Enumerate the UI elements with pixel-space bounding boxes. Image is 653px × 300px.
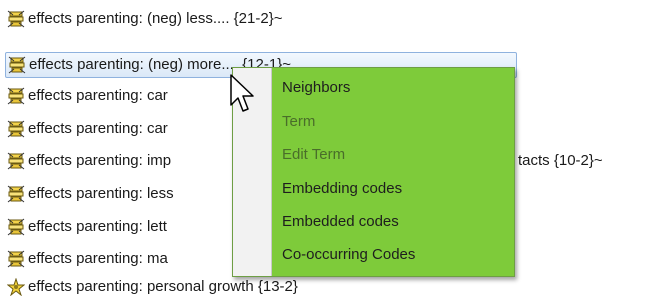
code-family-icon bbox=[7, 120, 25, 138]
code-list-item[interactable]: effects parenting: car bbox=[7, 116, 168, 142]
code-family-icon bbox=[7, 87, 25, 105]
code-label-suffix: tacts {10-2}~ bbox=[518, 152, 603, 169]
code-label: effects parenting: imp bbox=[28, 152, 172, 169]
menu-item-term[interactable]: Term bbox=[282, 110, 315, 134]
code-label: effects parenting: (neg) less.... {21-2}… bbox=[28, 10, 283, 27]
code-list-item[interactable]: effects parenting: personal growth {13-2… bbox=[7, 274, 298, 300]
code-label: effects parenting: lett bbox=[28, 218, 167, 235]
context-menu: Neighbors Term Edit Term Embedding codes… bbox=[232, 67, 515, 277]
code-label: effects parenting: car bbox=[28, 120, 168, 137]
code-label: effects parenting: car bbox=[28, 87, 168, 104]
code-list-item[interactable]: effects parenting: (neg) less.... {21-2}… bbox=[7, 6, 282, 32]
code-family-icon bbox=[7, 218, 25, 236]
code-star-icon bbox=[7, 278, 25, 296]
code-list-item[interactable]: effects parenting: lett bbox=[7, 214, 167, 240]
code-label: effects parenting: less bbox=[28, 185, 174, 202]
code-label: effects parenting: personal growth {13-2… bbox=[28, 278, 298, 295]
menu-item-edit-term[interactable]: Edit Term bbox=[282, 143, 345, 167]
code-family-icon bbox=[7, 152, 25, 170]
code-family-icon bbox=[8, 56, 26, 74]
code-family-icon bbox=[7, 185, 25, 203]
code-list-item[interactable]: effects parenting: ma bbox=[7, 246, 168, 272]
menu-item-neighbors[interactable]: Neighbors bbox=[282, 76, 350, 100]
code-family-icon bbox=[7, 10, 25, 28]
code-list-item[interactable]: effects parenting: car bbox=[7, 83, 168, 109]
code-list-item[interactable]: effects parenting: less bbox=[7, 181, 174, 207]
menu-item-embedding-codes[interactable]: Embedding codes bbox=[282, 177, 402, 201]
code-list-item[interactable]: effects parenting: imp bbox=[7, 148, 171, 174]
code-family-icon bbox=[7, 250, 25, 268]
arrow-cursor-icon bbox=[230, 74, 254, 112]
code-label: effects parenting: ma bbox=[28, 250, 168, 267]
menu-item-co-occurring-codes[interactable]: Co-occurring Codes bbox=[282, 243, 415, 267]
menu-item-embedded-codes[interactable]: Embedded codes bbox=[282, 210, 399, 234]
